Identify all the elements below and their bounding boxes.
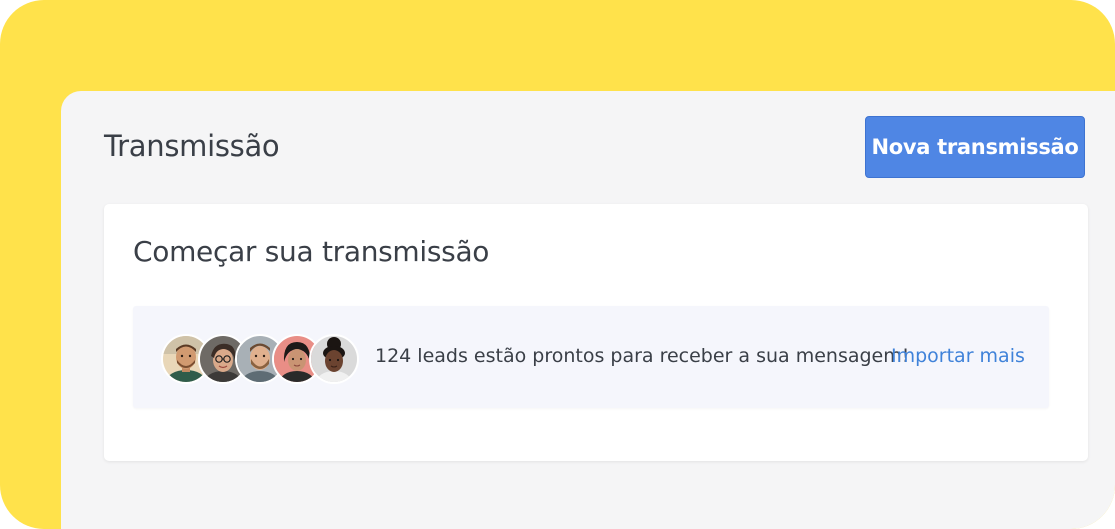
import-more-link[interactable]: Importar mais (891, 345, 1025, 367)
broadcast-panel: Transmissão Nova transmissão Começar sua… (61, 91, 1115, 529)
avatar (309, 334, 359, 384)
start-broadcast-card: Começar sua transmissão 124 leads estão … (104, 204, 1088, 461)
page-title: Transmissão (104, 129, 280, 163)
card-title: Começar sua transmissão (133, 235, 490, 268)
yellow-frame: Transmissão Nova transmissão Começar sua… (0, 0, 1115, 529)
avatar-stack (161, 334, 361, 384)
new-broadcast-button[interactable]: Nova transmissão (865, 116, 1085, 178)
leads-info-box: 124 leads estão prontos para receber a s… (133, 306, 1049, 408)
leads-ready-message: 124 leads estão prontos para receber a s… (375, 345, 910, 367)
